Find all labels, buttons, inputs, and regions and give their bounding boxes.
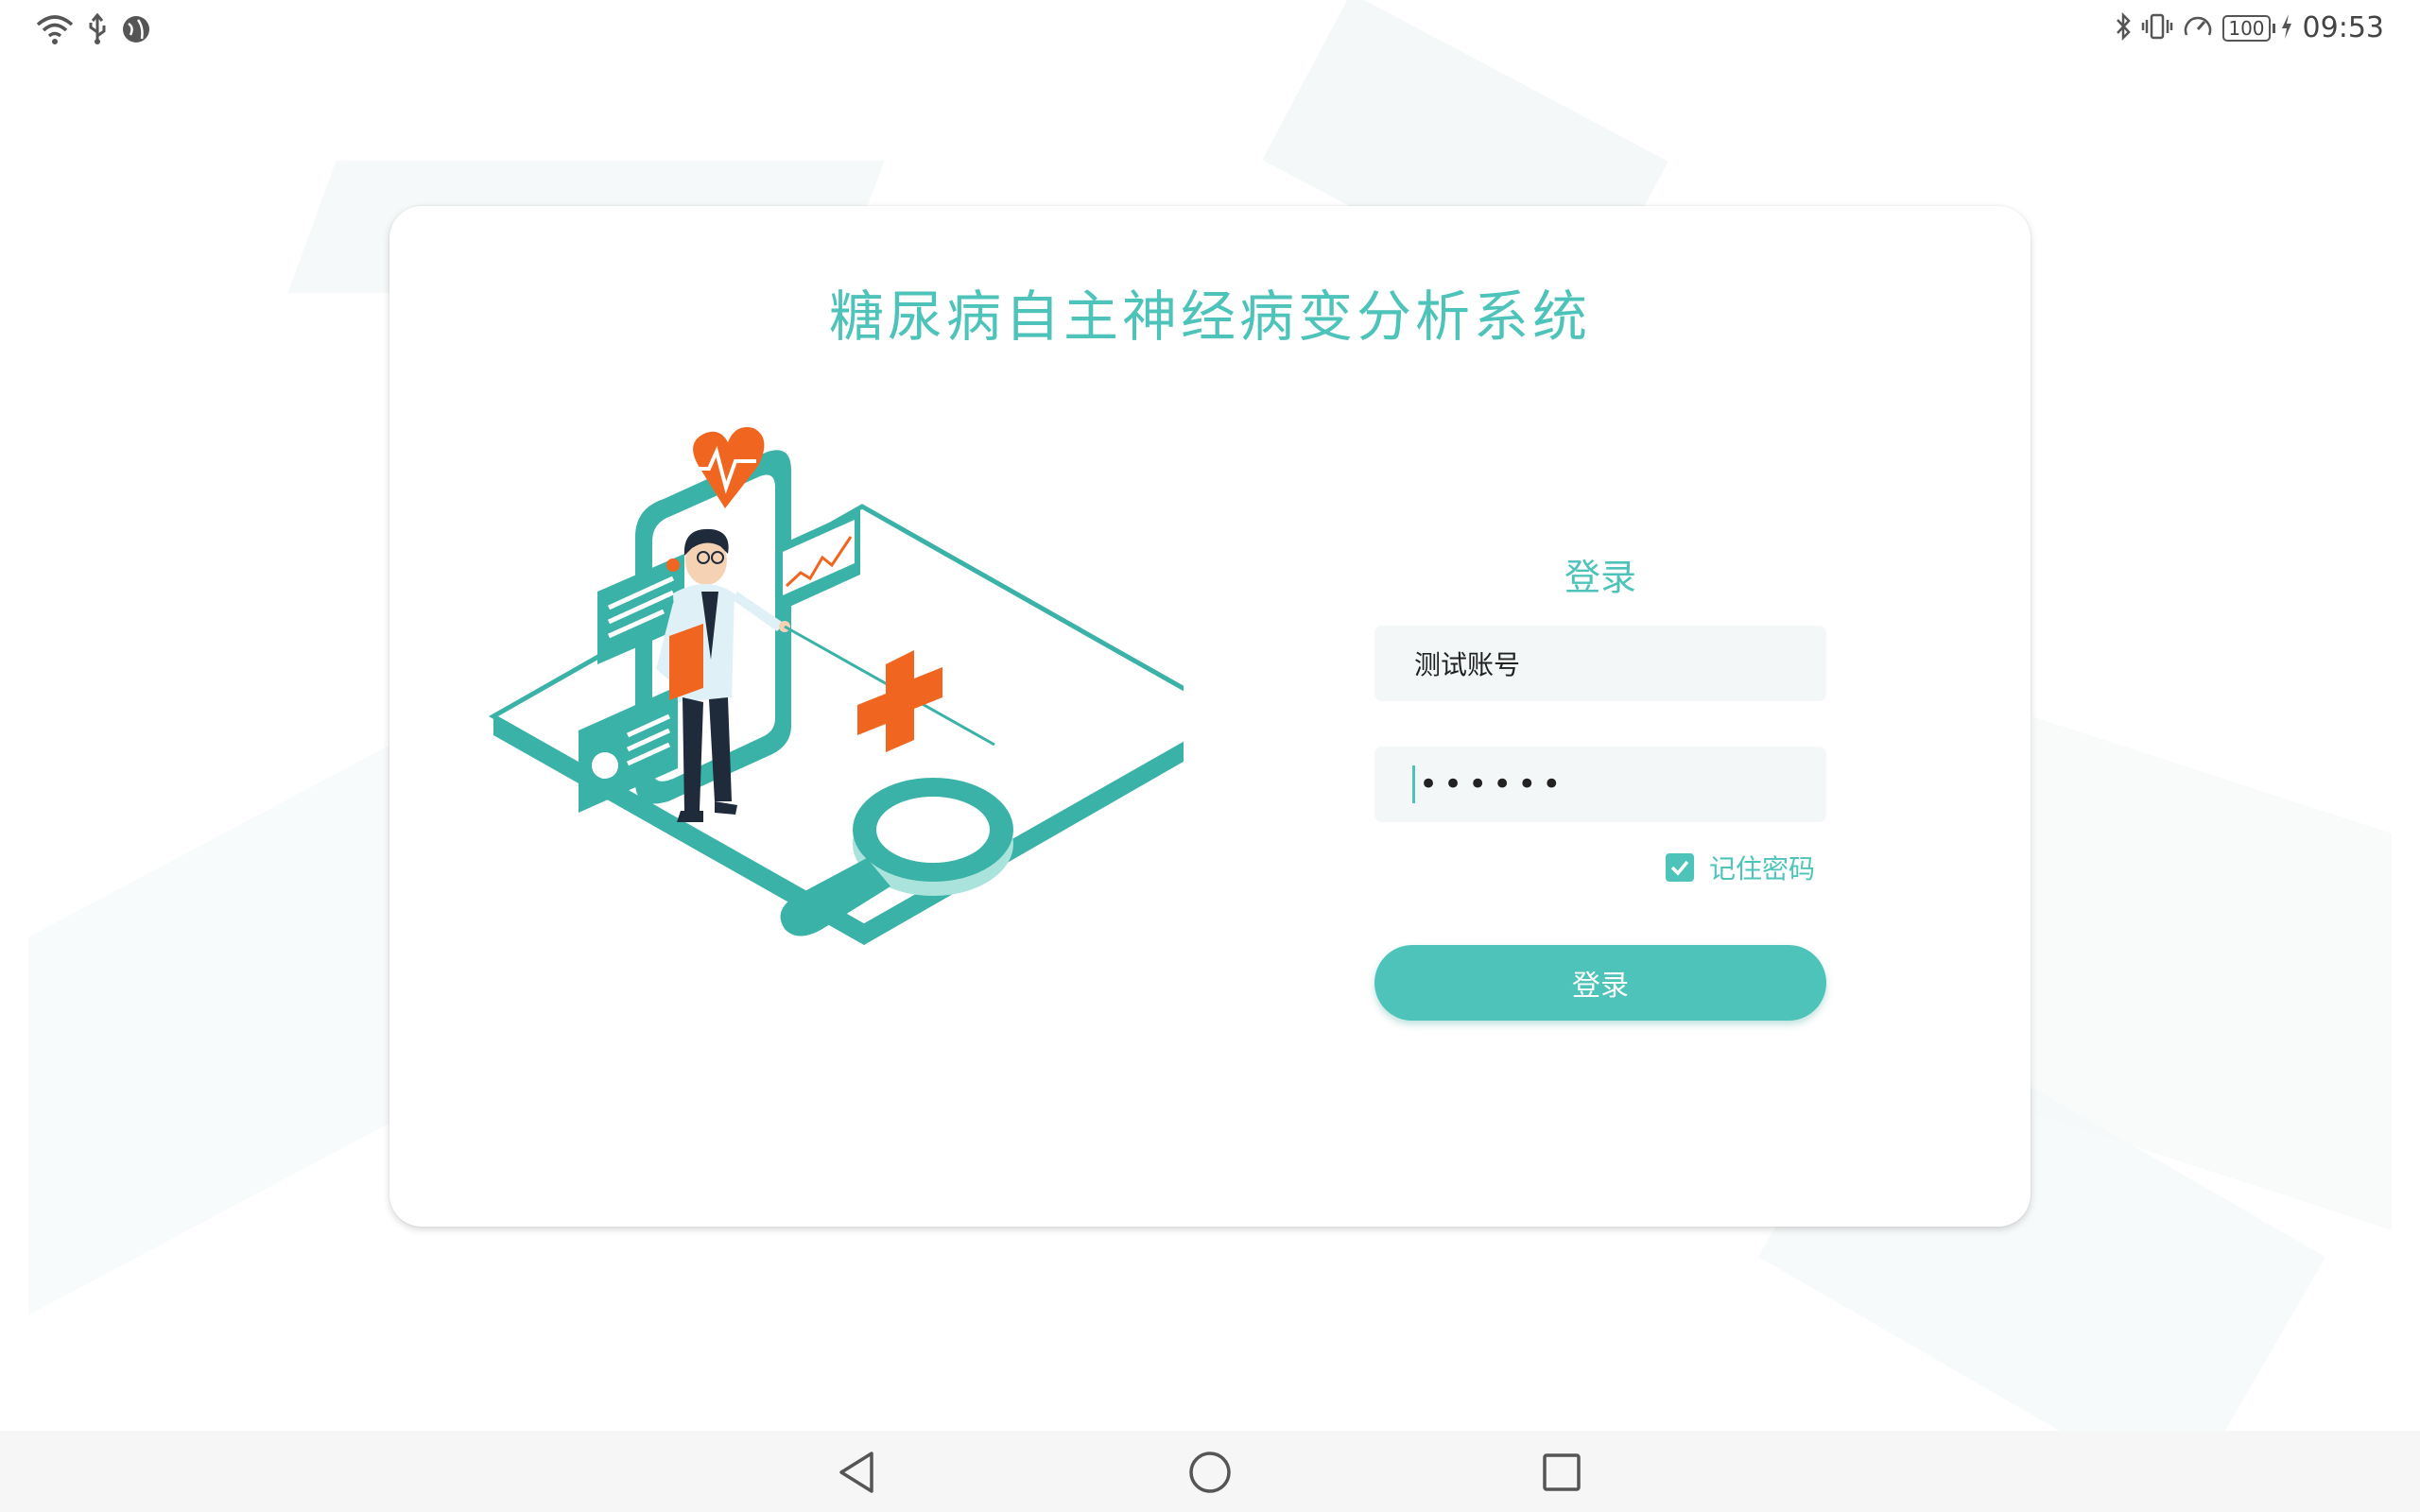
username-field[interactable] [1374,626,1826,701]
bluetooth-icon [2115,11,2132,44]
remember-password[interactable]: 记住密码 [1666,849,1815,886]
password-input[interactable] [1417,765,1826,804]
data-saver-icon [2183,12,2213,44]
checkmark-icon [1670,860,1689,876]
wifi-icon [36,13,74,49]
status-bar: 100 09:53 [0,0,2420,60]
navigation-bar [0,1431,2420,1512]
recents-icon [1543,1453,1581,1491]
battery-indicator: 100 [2222,14,2275,42]
password-field[interactable] [1374,747,1826,822]
remember-checkbox[interactable] [1666,853,1694,882]
recents-button[interactable] [1533,1444,1590,1501]
back-icon [839,1452,873,1493]
background-shape [28,726,425,1315]
home-button[interactable] [1182,1444,1238,1501]
home-icon [1189,1452,1231,1493]
clock: 09:53 [2302,11,2384,44]
username-input[interactable] [1412,646,1826,680]
login-card: 糖尿病自主神经病变分析系统 登录 测试账号 •••••• 记住密码 登录 [389,206,2031,1227]
text-cursor [1412,765,1415,803]
login-heading: 登录 [1564,557,1636,598]
back-button[interactable] [828,1444,885,1501]
charging-icon [2280,13,2293,43]
login-button[interactable]: 登录 [1374,945,1826,1021]
remember-label: 记住密码 [1709,853,1816,885]
vibrate-icon [2141,12,2173,44]
vpn-globe-icon [121,14,151,48]
app-title: 糖尿病自主神经病变分析系统 [828,284,1591,349]
usb-icon [87,12,108,49]
doctor-illustration [488,427,1184,945]
